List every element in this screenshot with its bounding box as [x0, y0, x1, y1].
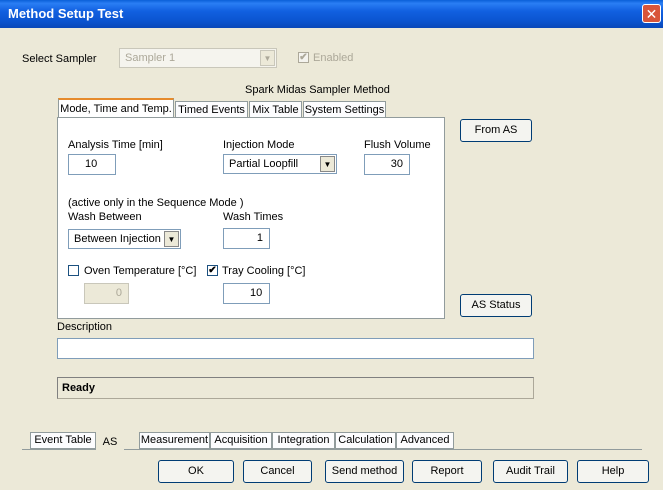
tab-advanced[interactable]: Advanced [396, 432, 454, 449]
injection-mode-select[interactable]: Partial Loopfill ▼ [223, 154, 337, 174]
help-button[interactable]: Help [577, 460, 649, 483]
chevron-down-icon: ▼ [260, 50, 275, 66]
enabled-checkbox[interactable]: ✔ [298, 52, 309, 63]
audit-trail-button[interactable]: Audit Trail [493, 460, 568, 483]
report-button[interactable]: Report [412, 460, 482, 483]
oven-temperature-checkbox[interactable] [68, 265, 79, 276]
flush-volume-input[interactable]: 30 [364, 154, 410, 175]
tab-integration[interactable]: Integration [272, 432, 335, 449]
send-method-button[interactable]: Send method [325, 460, 404, 483]
wash-times-input[interactable]: 1 [223, 228, 270, 249]
select-sampler-label: Select Sampler [22, 53, 97, 65]
oven-temperature-input[interactable]: 0 [84, 283, 129, 304]
cancel-button[interactable]: Cancel [243, 460, 312, 483]
chevron-down-icon: ▼ [164, 231, 179, 247]
sequence-mode-note: (active only in the Sequence Mode ) [68, 197, 244, 209]
sampler-select[interactable]: Sampler 1 ▼ [119, 48, 277, 68]
description-label: Description [57, 321, 113, 333]
flush-volume-label: Flush Volume [364, 139, 431, 151]
ok-button[interactable]: OK [158, 460, 234, 483]
chevron-down-icon: ▼ [320, 156, 335, 172]
oven-temperature-label: Oven Temperature [°C] [84, 265, 197, 277]
tray-cooling-input[interactable]: 10 [223, 283, 270, 304]
wash-times-label: Wash Times [223, 211, 284, 223]
injection-mode-label: Injection Mode [223, 139, 295, 151]
tab-calculation[interactable]: Calculation [335, 432, 396, 449]
tab-event-table[interactable]: Event Table [30, 432, 96, 449]
tray-cooling-checkbox[interactable]: ✔ [207, 265, 218, 276]
tab-system-settings[interactable]: System Settings [303, 101, 386, 118]
wash-between-label: Wash Between [68, 211, 142, 223]
from-as-button[interactable]: From AS [460, 119, 532, 142]
window-title: Method Setup Test [8, 6, 124, 21]
title-bar: Method Setup Test [0, 0, 663, 28]
analysis-time-label: Analysis Time [min] [68, 139, 163, 151]
tab-acquisition[interactable]: Acquisition [210, 432, 272, 449]
description-input[interactable] [57, 338, 534, 359]
status-bar: Ready [57, 377, 534, 399]
tab-as[interactable]: AS [96, 432, 124, 452]
wash-between-select[interactable]: Between Injection ▼ [68, 229, 181, 249]
method-title: Spark Midas Sampler Method [245, 84, 390, 96]
enabled-label: Enabled [313, 52, 354, 64]
tab-timed-events[interactable]: Timed Events [175, 101, 248, 118]
tab-measurement[interactable]: Measurement [139, 432, 210, 449]
analysis-time-input[interactable]: 10 [68, 154, 116, 175]
tab-mix-table[interactable]: Mix Table [249, 101, 302, 118]
as-status-button[interactable]: AS Status [460, 294, 532, 317]
close-icon[interactable]: ✕ [642, 4, 661, 23]
tab-mode-time-temp[interactable]: Mode, Time and Temp. [58, 98, 174, 118]
tray-cooling-label: Tray Cooling [°C] [222, 265, 306, 277]
